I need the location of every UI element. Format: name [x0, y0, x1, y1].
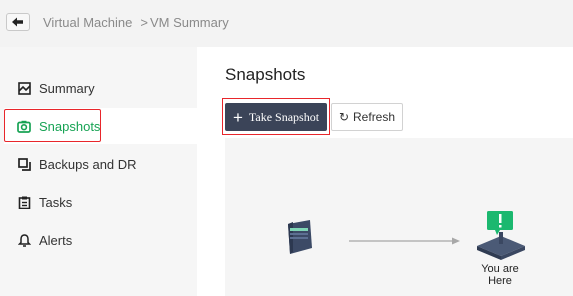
- tasks-icon: [17, 195, 31, 209]
- top-bar: Virtual Machine > VM Summary: [0, 0, 573, 47]
- sidebar-item-tasks[interactable]: Tasks: [4, 184, 197, 220]
- breadcrumb: Virtual Machine > VM Summary: [43, 15, 229, 30]
- sidebar-item-label: Tasks: [39, 194, 73, 210]
- backup-icon: [17, 157, 31, 171]
- take-snapshot-label: Take Snapshot: [248, 109, 320, 124]
- you-are-here-label: You are Here: [481, 263, 519, 287]
- sidebar-item-alerts[interactable]: Alerts: [4, 222, 197, 258]
- server-icon: [288, 220, 312, 254]
- sidebar-item-label: Alerts: [39, 232, 73, 248]
- camera-icon: [17, 119, 31, 133]
- sidebar-item-label: Backups and DR: [39, 156, 137, 172]
- sidebar-item-label: Snapshots: [39, 118, 101, 134]
- sidebar-item-backups-and-dr[interactable]: Backups and DR: [4, 146, 197, 182]
- breadcrumb-separator: >: [140, 15, 148, 30]
- arrow-right-icon: [349, 237, 460, 245]
- bell-icon: [17, 233, 31, 247]
- breadcrumb-current: VM Summary: [149, 15, 229, 30]
- snapshot-diagram: You are Here: [225, 138, 573, 296]
- sidebar: Summary Snapshots Backups and DR Tasks A…: [0, 47, 197, 296]
- refresh-label: Refresh: [353, 110, 396, 124]
- summary-icon: [17, 81, 31, 95]
- take-snapshot-button[interactable]: + Take Snapshot: [225, 103, 327, 131]
- page-title: Snapshots: [225, 65, 306, 84]
- main-content: Snapshots + Take Snapshot ↻ Refresh You …: [197, 47, 573, 296]
- arrow-left-icon: [12, 17, 23, 27]
- sidebar-item-snapshots[interactable]: Snapshots: [4, 108, 197, 144]
- refresh-button[interactable]: ↻ Refresh: [331, 103, 403, 131]
- refresh-icon: ↻: [338, 110, 350, 124]
- breadcrumb-root[interactable]: Virtual Machine: [43, 15, 132, 30]
- plus-icon: +: [232, 107, 243, 127]
- back-button[interactable]: [6, 13, 30, 31]
- sidebar-item-summary[interactable]: Summary: [4, 70, 197, 106]
- current-state-icon: [477, 211, 525, 260]
- sidebar-item-label: Summary: [39, 80, 95, 96]
